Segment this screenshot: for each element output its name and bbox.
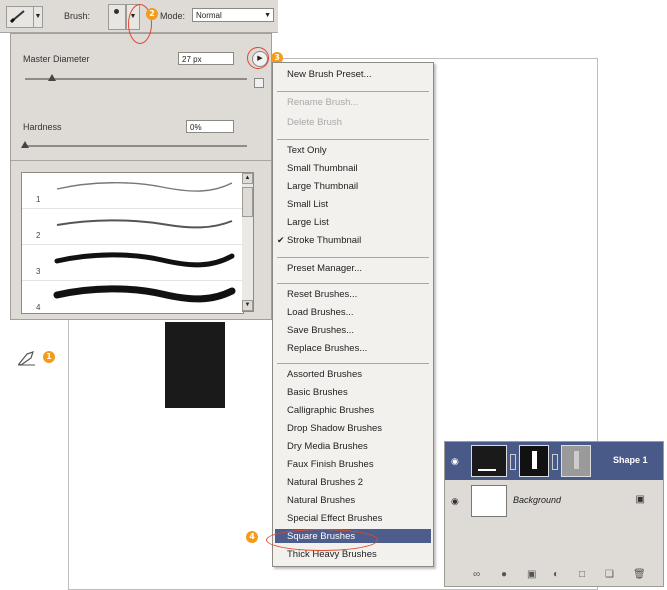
hardness-slider-thumb[interactable] — [21, 141, 29, 148]
menu-item[interactable]: Natural Brushes 2 — [287, 477, 363, 488]
hardness-slider[interactable] — [25, 145, 247, 147]
brush-preset-row[interactable]: 1 — [22, 173, 243, 209]
callout-ring — [266, 529, 378, 551]
tool-preset-arrow[interactable]: ▼ — [33, 6, 43, 28]
black-rectangle-shape — [165, 322, 225, 408]
link-icon[interactable] — [552, 454, 558, 470]
menu-item[interactable]: Save Brushes... — [287, 325, 354, 336]
layer-thumbnail — [471, 485, 507, 517]
brush-preset-row[interactable]: 3 — [22, 245, 243, 281]
menu-item[interactable]: Large Thumbnail — [287, 181, 358, 192]
scroll-thumb[interactable] — [242, 187, 253, 217]
resize-icon[interactable] — [254, 78, 264, 88]
master-diameter-slider-thumb[interactable] — [47, 74, 56, 81]
link-icon[interactable] — [510, 454, 516, 470]
trash-icon[interactable]: 🗑 — [633, 569, 646, 580]
menu-item[interactable]: Natural Brushes — [287, 495, 355, 506]
master-diameter-slider[interactable] — [25, 78, 247, 80]
brush-dot-icon — [114, 9, 119, 14]
layer-name: Shape 1 — [613, 455, 648, 465]
brush-stroke-preview — [56, 182, 233, 192]
callout-4: 4 — [246, 531, 258, 543]
vector-mask-thumbnail — [519, 445, 549, 477]
menu-item[interactable]: Reset Brushes... — [287, 289, 357, 300]
menu-item[interactable]: Replace Brushes... — [287, 343, 367, 354]
layer-thumbnail — [471, 445, 507, 477]
master-diameter-label: Master Diameter — [23, 54, 90, 64]
scroll-down-icon[interactable]: ▼ — [242, 300, 253, 311]
master-diameter-field[interactable]: 27 px — [178, 52, 234, 65]
brush-icon — [10, 10, 25, 23]
menu-separator — [277, 283, 429, 284]
link-layers-icon[interactable]: ∞ — [473, 569, 480, 580]
brush-preset-row[interactable]: 2 — [22, 209, 243, 245]
lock-icon: ▣ — [635, 494, 645, 505]
callout-ring — [247, 47, 269, 69]
menu-item[interactable]: Special Effect Brushes — [287, 513, 382, 524]
menu-item[interactable]: Small Thumbnail — [287, 163, 358, 174]
menu-item: Rename Brush... — [287, 97, 359, 108]
brush-stroke-preview — [56, 219, 233, 229]
brush-panel-menu: New Brush Preset... Rename Brush... Delete… — [272, 62, 434, 567]
layer-row-shape[interactable]: ◉ Shape 1 — [445, 442, 663, 480]
brush-preset-list[interactable]: 1 2 3 4 — [21, 172, 244, 314]
callout-2: 2 — [146, 8, 158, 20]
menu-item[interactable]: Faux Finish Brushes — [287, 459, 374, 470]
menu-item[interactable]: Large List — [287, 217, 329, 228]
brush-stroke-preview — [54, 252, 235, 268]
menu-separator — [277, 363, 429, 364]
layer-row-background[interactable]: ◉ Background ▣ — [445, 482, 663, 520]
menu-separator — [277, 91, 429, 92]
brush-preview[interactable] — [108, 4, 126, 30]
menu-item[interactable]: Calligraphic Brushes — [287, 405, 374, 416]
menu-item[interactable]: Basic Brushes — [287, 387, 348, 398]
layers-panel: ◉ Shape 1 ◉ Background ▣ ∞ ● ▣ ◐ □ ❏ 🗑 — [444, 441, 664, 587]
menu-separator — [277, 139, 429, 140]
mode-select[interactable]: Normal ▼ — [192, 8, 274, 22]
menu-item[interactable]: Assorted Brushes — [287, 369, 362, 380]
brush-list-scrollbar[interactable]: ▲ ▼ — [242, 172, 254, 312]
add-mask-icon[interactable]: ▣ — [527, 569, 536, 580]
layer-style-icon[interactable]: ● — [501, 569, 507, 580]
menu-item: Delete Brush — [287, 117, 342, 128]
brush-preset-row[interactable]: 4 — [22, 281, 243, 313]
hardness-field[interactable]: 0% — [186, 120, 234, 133]
menu-item[interactable]: Load Brushes... — [287, 307, 354, 318]
new-group-icon[interactable]: □ — [579, 569, 585, 580]
menu-item[interactable]: Small List — [287, 199, 328, 210]
brush-picker-panel: Master Diameter 27 px ▶ Hardness 0% 1 2 … — [10, 33, 272, 320]
menu-item[interactable]: Drop Shadow Brushes — [287, 423, 382, 434]
menu-item[interactable]: Dry Media Brushes — [287, 441, 368, 452]
eye-icon[interactable]: ◉ — [451, 456, 463, 466]
layer-name: Background — [513, 495, 562, 505]
brush-label: Brush: — [64, 11, 91, 21]
brush-stroke-preview — [53, 285, 236, 303]
menu-item[interactable]: New Brush Preset... — [287, 69, 371, 80]
pen-tool-icon[interactable] — [17, 349, 37, 370]
scroll-up-icon[interactable]: ▲ — [242, 173, 253, 184]
callout-1: 1 — [43, 351, 55, 363]
adjustment-layer-icon[interactable]: ◐ — [553, 569, 559, 580]
mask-thumbnail — [561, 445, 591, 477]
new-layer-icon[interactable]: ❏ — [605, 569, 614, 580]
menu-separator — [277, 257, 429, 258]
checkmark-icon: ✔ — [277, 235, 285, 245]
menu-item[interactable]: Stroke Thumbnail — [287, 235, 361, 246]
brush-tool-preset-button[interactable] — [6, 6, 34, 28]
chevron-down-icon: ▼ — [264, 12, 271, 19]
mode-label: Mode: — [160, 11, 186, 21]
divider — [11, 160, 271, 161]
hardness-label: Hardness — [23, 122, 62, 132]
menu-item[interactable]: Text Only — [287, 145, 327, 156]
menu-item[interactable]: Preset Manager... — [287, 263, 362, 274]
eye-icon[interactable]: ◉ — [451, 496, 463, 506]
